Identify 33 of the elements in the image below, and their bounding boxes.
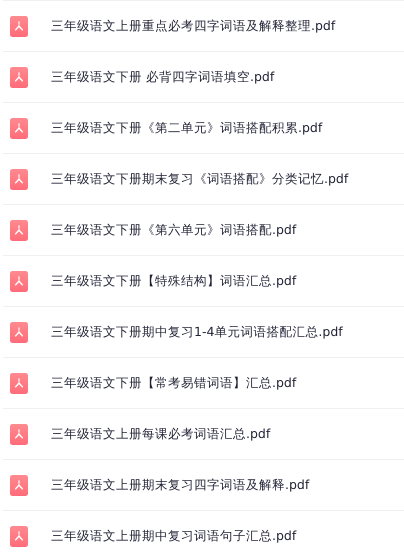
pdf-file-icon	[10, 372, 28, 394]
file-name: 三年级语文下册 必背四字词语填空.pdf	[51, 68, 274, 86]
file-row[interactable]: 三年级语文下册【特殊结构】词语汇总.pdf	[3, 256, 404, 307]
pdf-file-icon	[10, 66, 28, 88]
pdf-file-icon	[10, 424, 28, 444]
pdf-file-icon	[10, 474, 28, 496]
file-row[interactable]: 三年级语文上册期中复习词语句子汇总.pdf	[3, 511, 404, 560]
file-name: 三年级语文下册《第二单元》词语搭配积累.pdf	[51, 120, 322, 136]
file-row[interactable]: 三年级语文下册期中复习1-4单元词语搭配汇总.pdf	[3, 307, 404, 358]
file-name: 三年级语文下册期末复习《词语搭配》分类记忆.pdf	[51, 170, 348, 188]
file-name: 三年级语文下册【常考易错词语】汇总.pdf	[51, 374, 296, 392]
file-name: 三年级语文下册期中复习1-4单元词语搭配汇总.pdf	[51, 324, 343, 340]
pdf-file-icon	[10, 270, 28, 292]
file-name: 三年级语文上册期末复习四字词语及解释.pdf	[51, 476, 310, 494]
pdf-file-icon	[10, 16, 28, 36]
file-row[interactable]: 三年级语文下册《第六单元》词语搭配.pdf	[3, 205, 404, 256]
file-name: 三年级语文下册【特殊结构】词语汇总.pdf	[51, 272, 296, 290]
pdf-file-icon	[10, 526, 28, 546]
file-row[interactable]: 三年级语文下册【常考易错词语】汇总.pdf	[3, 358, 404, 409]
file-name: 三年级语文上册期中复习词语句子汇总.pdf	[51, 528, 296, 544]
file-name: 三年级语文下册《第六单元》词语搭配.pdf	[51, 222, 296, 238]
file-row[interactable]: 三年级语文下册期末复习《词语搭配》分类记忆.pdf	[3, 154, 404, 205]
file-row[interactable]: 三年级语文上册重点必考四字词语及解释整理.pdf	[3, 1, 404, 52]
file-name: 三年级语文上册重点必考四字词语及解释整理.pdf	[51, 18, 336, 34]
pdf-file-icon	[10, 322, 28, 342]
file-row[interactable]: 三年级语文下册《第二单元》词语搭配积累.pdf	[3, 103, 404, 154]
file-row[interactable]: 三年级语文上册每课必考词语汇总.pdf	[3, 409, 404, 460]
file-name: 三年级语文上册每课必考词语汇总.pdf	[51, 426, 270, 442]
file-row[interactable]: 三年级语文下册 必背四字词语填空.pdf	[3, 52, 404, 103]
file-row[interactable]: 三年级语文上册期末复习四字词语及解释.pdf	[3, 460, 404, 511]
pdf-file-icon	[10, 220, 28, 240]
pdf-file-icon	[10, 118, 28, 138]
pdf-file-icon	[10, 168, 28, 190]
